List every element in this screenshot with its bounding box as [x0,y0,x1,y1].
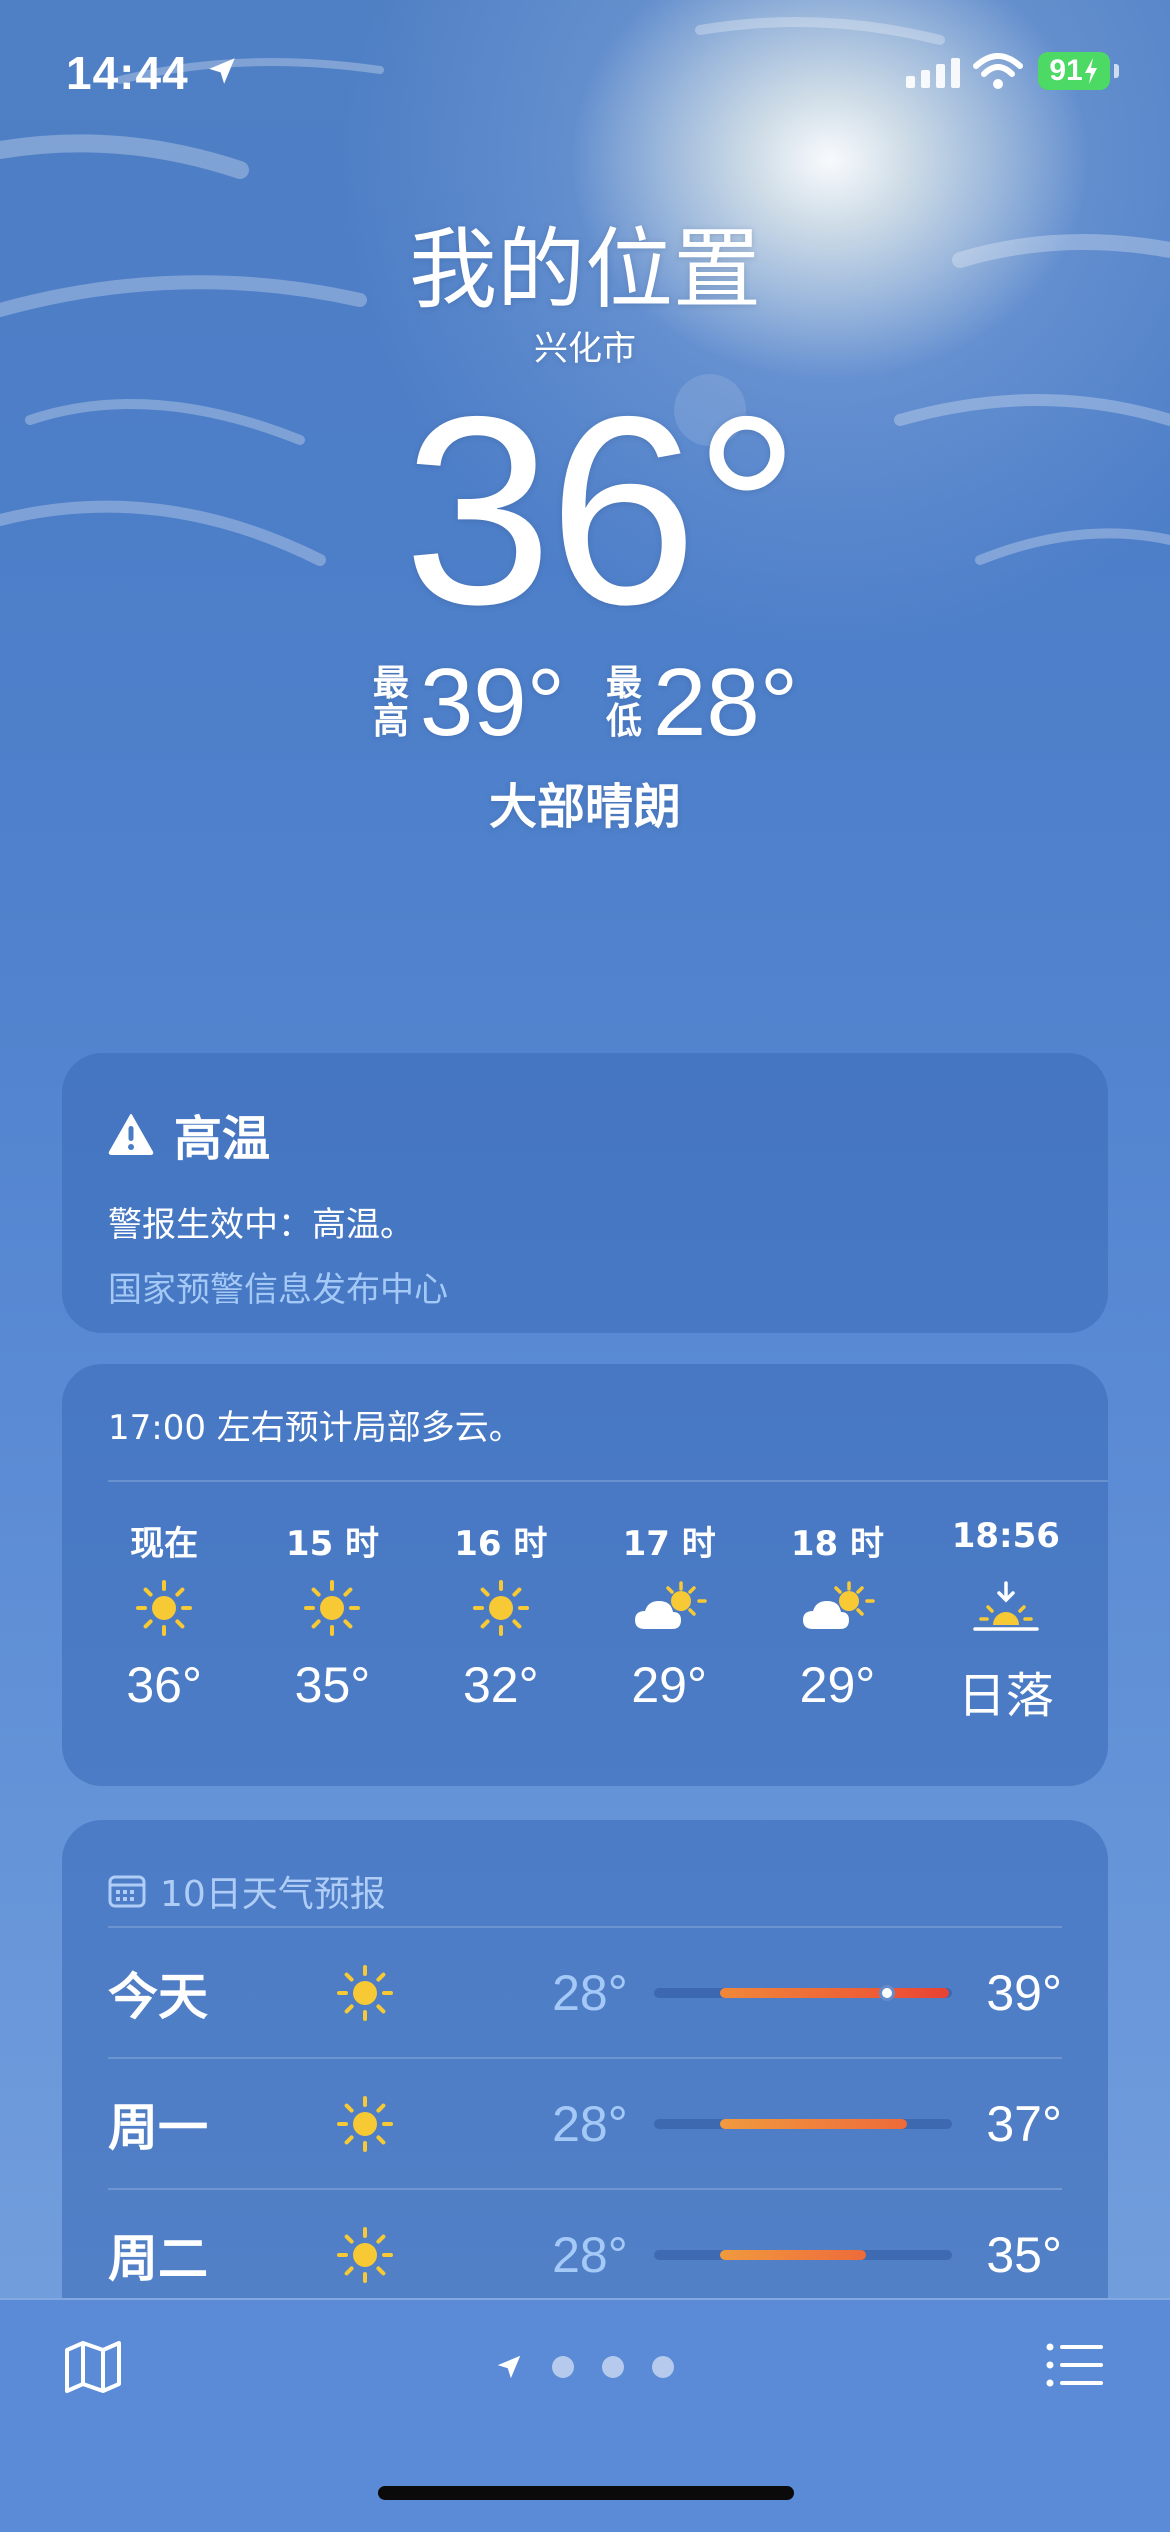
day-low-temp: 28° [552,1964,628,2021]
sun-icon [472,1580,529,1636]
temp-range-fill [719,2118,908,2129]
hour-label: 现在 [130,1524,199,1564]
hour-label: 16 时 [454,1524,548,1564]
calendar-icon [108,1875,146,1908]
day-low-temp: 28° [552,2095,628,2152]
temp-range-bar [653,1984,953,2001]
hour-temp: 29° [799,1657,876,1713]
day-low-temp: 28° [552,2226,628,2283]
sun-icon [336,2226,393,2283]
sun-icon [136,1580,193,1636]
high-temp: 39° [419,649,565,756]
day-row[interactable]: 今天 28° 39° [108,1928,1062,2059]
hour-temp: 29° [631,1657,707,1713]
hourly-forecast-card[interactable]: 17:00 左右预计局部多云。 现在 36° 15 时 35° 16 时 32°… [62,1364,1108,1786]
hour-label: 18:56 [951,1516,1060,1556]
location-title: 我的位置 [408,218,761,321]
day-high-temp: 37° [986,2095,1062,2152]
hour-item: 18 时 29° [753,1516,921,1726]
page-indicator[interactable] [494,2352,674,2382]
ten-day-header: 10日天气预报 [108,1820,1062,1928]
sunset-icon [973,1581,1039,1631]
high-label: 最高 [372,663,409,742]
warning-icon [108,1114,154,1155]
page-dot[interactable] [652,2356,674,2378]
day-name: 周二 [108,2229,208,2288]
charging-bolt-icon [1084,58,1097,84]
hour-temp: 36° [126,1657,202,1713]
low-label: 最低 [605,663,642,742]
sunset-label: 日落 [957,1668,1054,1724]
sun-icon [304,1580,361,1636]
hour-temp: 35° [294,1657,371,1713]
hour-item: 16 时 32° [417,1516,585,1726]
day-high-temp: 39° [986,1964,1062,2021]
temp-range-fill [719,2249,866,2260]
alert-title-row: 高温 [108,1099,1062,1169]
day-row[interactable]: 周一 28° 37° [108,2059,1062,2190]
alert-title: 高温 [174,1111,271,1167]
wifi-icon [973,53,1023,89]
temp-range-fill [719,1987,950,1998]
hour-item: 17 时 29° [585,1516,753,1726]
alert-source-link[interactable]: 国家预警信息发布中心 [108,1262,1062,1311]
cellular-signal-icon [906,58,960,88]
partly-cloudy-icon [803,1581,876,1629]
hour-item: 15 时 35° [248,1516,416,1726]
status-bar: 14:44 91 [0,0,1170,140]
partly-cloudy-icon [635,1581,707,1629]
sun-icon [336,2095,393,2152]
map-icon[interactable] [64,2340,122,2394]
ten-day-title: 10日天气预报 [160,1874,386,1915]
low-temp: 28° [653,649,799,756]
day-name: 周一 [108,2098,208,2157]
alert-text: 警报生效中：高温。 [108,1205,414,1245]
current-temp-dot [878,1984,895,2001]
severe-weather-alert-card[interactable]: 高温 警报生效中：高温。 国家预警信息发布中心 [62,1053,1108,1333]
weather-condition: 大部晴朗 [488,779,681,835]
current-weather-header: 我的位置 兴化市 36° 最高 39° 最低 28° 大部晴朗 [0,215,1170,837]
hourly-list[interactable]: 现在 36° 15 时 35° 16 时 32° 17 时 29° 18 时 2… [62,1516,1108,1726]
hour-label: 17 时 [622,1524,716,1564]
hourly-summary: 17:00 左右预计局部多云。 [108,1364,1108,1482]
page-dot[interactable] [602,2356,624,2378]
hour-label: 18 时 [790,1524,885,1564]
hour-item: 18:56 日落 [922,1516,1090,1726]
list-icon[interactable] [1046,2342,1104,2388]
page-dot[interactable] [552,2356,574,2378]
location-arrow-icon [209,58,235,84]
temp-range-bar [653,2249,953,2260]
high-low-temps: 最高 39° 最低 28° [0,653,1170,753]
sun-icon [336,1964,393,2021]
battery-indicator: 91 [1038,52,1119,90]
battery-level: 91 [1049,54,1083,87]
day-name: 今天 [108,1967,208,2026]
status-time: 14:44 [66,47,189,99]
hour-temp: 32° [463,1657,539,1713]
home-indicator[interactable] [378,2486,794,2500]
temp-range-bar [653,2118,953,2129]
current-location-page-icon[interactable] [494,2352,524,2382]
day-high-temp: 35° [986,2226,1062,2283]
current-temperature: 36° [403,360,800,660]
hour-label: 15 时 [285,1524,380,1564]
hour-item: 现在 36° [80,1516,248,1726]
